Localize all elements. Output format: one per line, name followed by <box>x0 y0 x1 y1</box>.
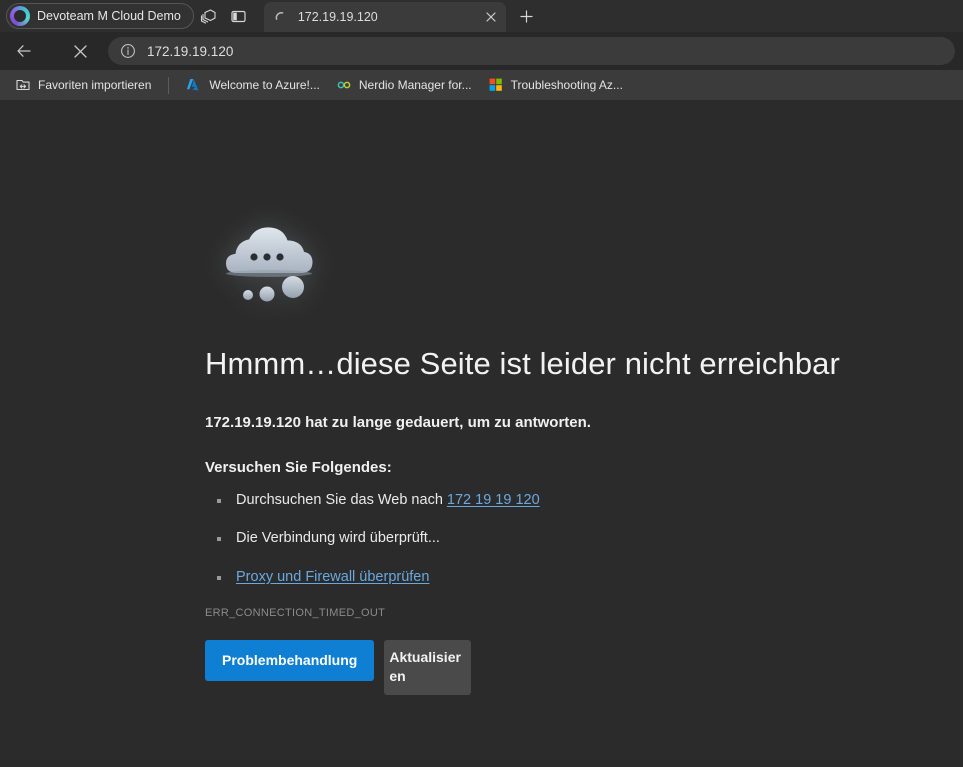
azure-logo-icon <box>186 77 202 93</box>
new-tab-button[interactable] <box>512 2 542 30</box>
suggestions-heading: Versuchen Sie Folgendes: <box>205 459 392 476</box>
account-avatar-icon <box>10 6 30 26</box>
bookmark-import-favorites[interactable]: Favoriten importieren <box>8 73 158 97</box>
error-subtitle: 172.19.19.120 hat zu lange gedauert, um … <box>205 414 591 431</box>
troubleshoot-button[interactable]: Problembehandlung <box>205 640 375 681</box>
nerdio-logo-icon <box>336 77 352 93</box>
error-actions: Problembehandlung Aktualisieren <box>205 640 963 695</box>
disconnected-cloud-illustration <box>217 216 327 304</box>
browser-title-bar: Devoteam M Cloud Demo 172.19.19.120 <box>0 0 963 32</box>
bookmarks-separator <box>168 76 170 94</box>
list-item: Durchsuchen Sie das Web nach 172 19 19 1… <box>205 492 963 509</box>
stop-loading-button[interactable] <box>64 35 96 67</box>
suggestion-text: Die Verbindung wird überprüft... <box>236 530 440 547</box>
suggestions-list: Durchsuchen Sie das Web nach 172 19 19 1… <box>205 492 963 586</box>
back-button[interactable] <box>8 35 40 67</box>
list-item: Proxy und Firewall überprüfen <box>205 569 963 586</box>
bookmark-label: Troubleshooting Az... <box>510 78 623 92</box>
check-proxy-firewall-link[interactable]: Proxy und Firewall überprüfen <box>236 569 429 585</box>
error-page: Hmmm…diese Seite ist leider nicht erreic… <box>0 100 963 767</box>
tab-collections-icon[interactable] <box>194 3 224 29</box>
suggestion-text: Durchsuchen Sie das Web nach <box>236 492 447 508</box>
list-item: Die Verbindung wird überprüft... <box>205 530 963 547</box>
error-code: ERR_CONNECTION_TIMED_OUT <box>205 607 386 620</box>
page-title: Hmmm…diese Seite ist leider nicht erreic… <box>205 346 840 381</box>
bookmark-label: Favoriten importieren <box>38 78 152 92</box>
tab-title-label: 172.19.19.120 <box>297 10 378 24</box>
bookmark-label: Nerdio Manager for... <box>358 78 472 92</box>
bookmark-troubleshooting-azure[interactable]: Troubleshooting Az... <box>481 73 630 97</box>
close-icon[interactable] <box>480 6 502 28</box>
profile-chip[interactable]: Devoteam M Cloud Demo <box>6 3 194 29</box>
bookmark-welcome-to-azure[interactable]: Welcome to Azure!... <box>179 73 327 97</box>
browser-toolbar: 172.19.19.120 <box>0 32 963 70</box>
refresh-button[interactable]: Aktualisieren <box>384 640 472 695</box>
profile-name-label: Devoteam M Cloud Demo <box>37 9 181 23</box>
import-favorites-icon <box>15 77 31 93</box>
info-circle-icon[interactable] <box>120 43 136 59</box>
bookmark-label: Welcome to Azure!... <box>209 78 320 92</box>
microsoft-logo-icon <box>488 77 504 93</box>
split-screen-icon[interactable] <box>224 3 254 29</box>
bookmark-nerdio-manager[interactable]: Nerdio Manager for... <box>329 73 479 97</box>
browser-tab[interactable]: 172.19.19.120 <box>263 2 506 32</box>
search-web-link[interactable]: 172 19 19 120 <box>447 492 540 508</box>
loading-spinner-icon <box>274 10 289 25</box>
address-bar[interactable]: 172.19.19.120 <box>108 37 955 65</box>
address-bar-url: 172.19.19.120 <box>147 43 234 59</box>
bookmarks-bar: Favoriten importieren Welcome to Azure!.… <box>0 70 963 100</box>
